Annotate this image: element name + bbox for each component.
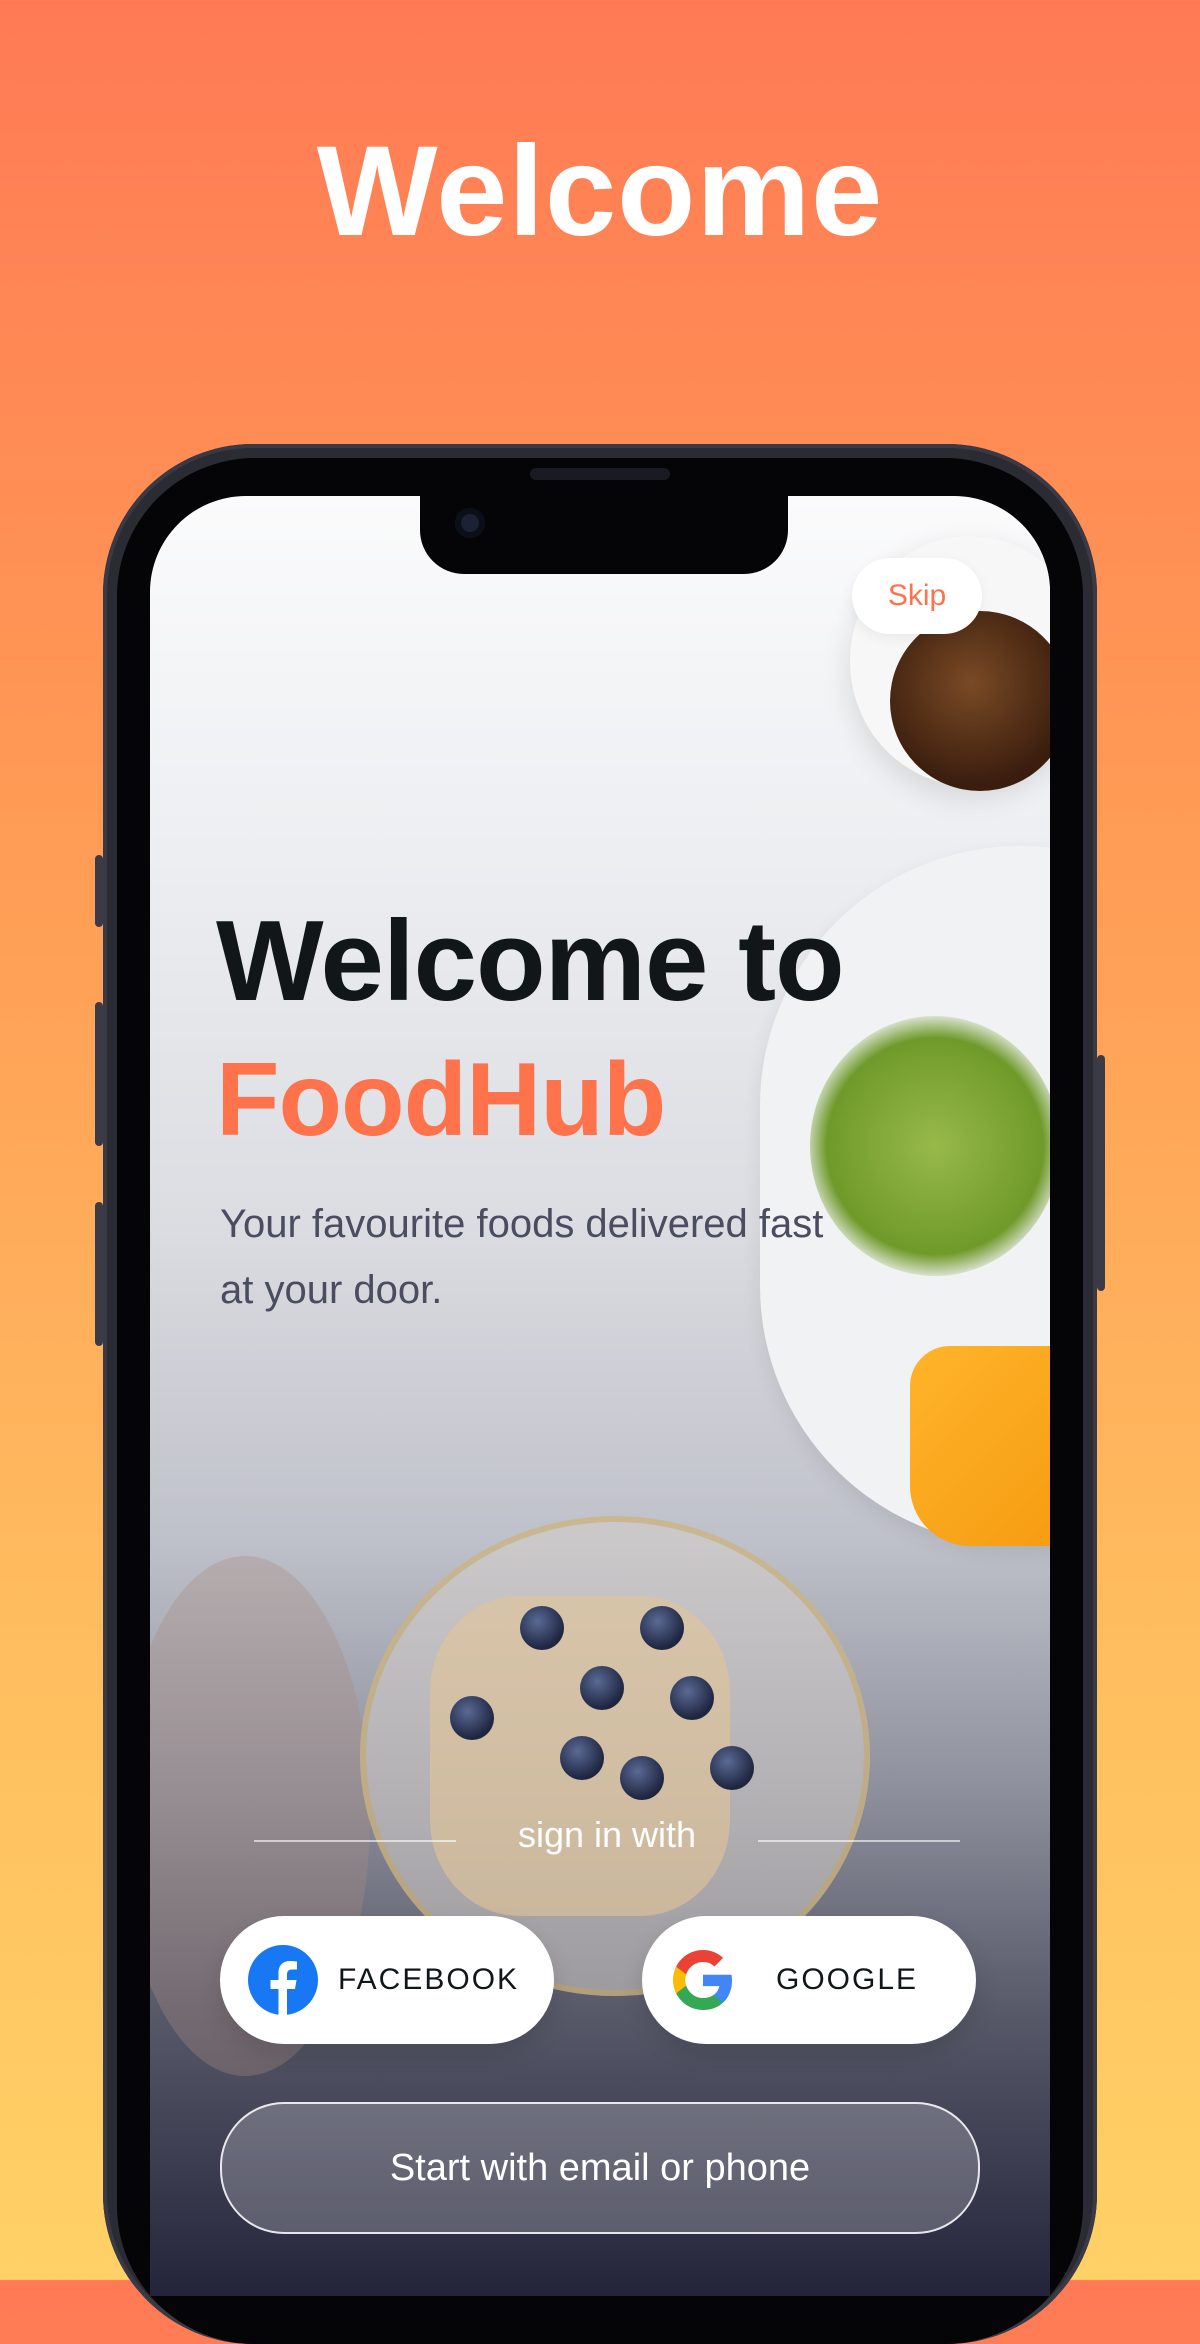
camera-icon [455,508,485,538]
sign-in-divider: sign in with [254,1812,960,1862]
sign-in-label: sign in with [517,1814,697,1855]
app-screen: Skip Welcome to FoodHub Your favourite f… [150,496,1050,2296]
side-button-mute [95,855,103,927]
tagline: Your favourite foods delivered fast at y… [220,1202,824,1312]
brand-title: FoodHub [216,1042,666,1158]
facebook-label: FACEBOOK [338,1963,520,1996]
blueberry [560,1736,604,1780]
welcome-title: Welcome to [216,898,845,1025]
google-icon [668,1945,738,2015]
blueberry [710,1746,754,1790]
side-button-power [1097,1055,1105,1291]
side-button-volume-up [95,1002,103,1146]
google-button[interactable]: GOOGLE [642,1916,976,2044]
facebook-icon [248,1945,318,2015]
google-label: GOOGLE [776,1963,919,1996]
speaker-grille [530,468,670,480]
blueberry [670,1676,714,1720]
mango-image [910,1346,1050,1546]
side-button-volume-down [95,1202,103,1346]
blueberry [580,1666,624,1710]
blueberry [640,1606,684,1650]
page-headline: Welcome [316,120,884,263]
skip-button[interactable]: Skip [852,558,982,634]
blueberry [520,1606,564,1650]
kiwi-image [810,1016,1050,1276]
email-phone-button[interactable]: Start with email or phone [220,2102,980,2234]
divider-line-right [758,1840,960,1842]
facebook-button[interactable]: FACEBOOK [220,1916,554,2044]
blueberry [450,1696,494,1740]
blueberry [620,1756,664,1800]
